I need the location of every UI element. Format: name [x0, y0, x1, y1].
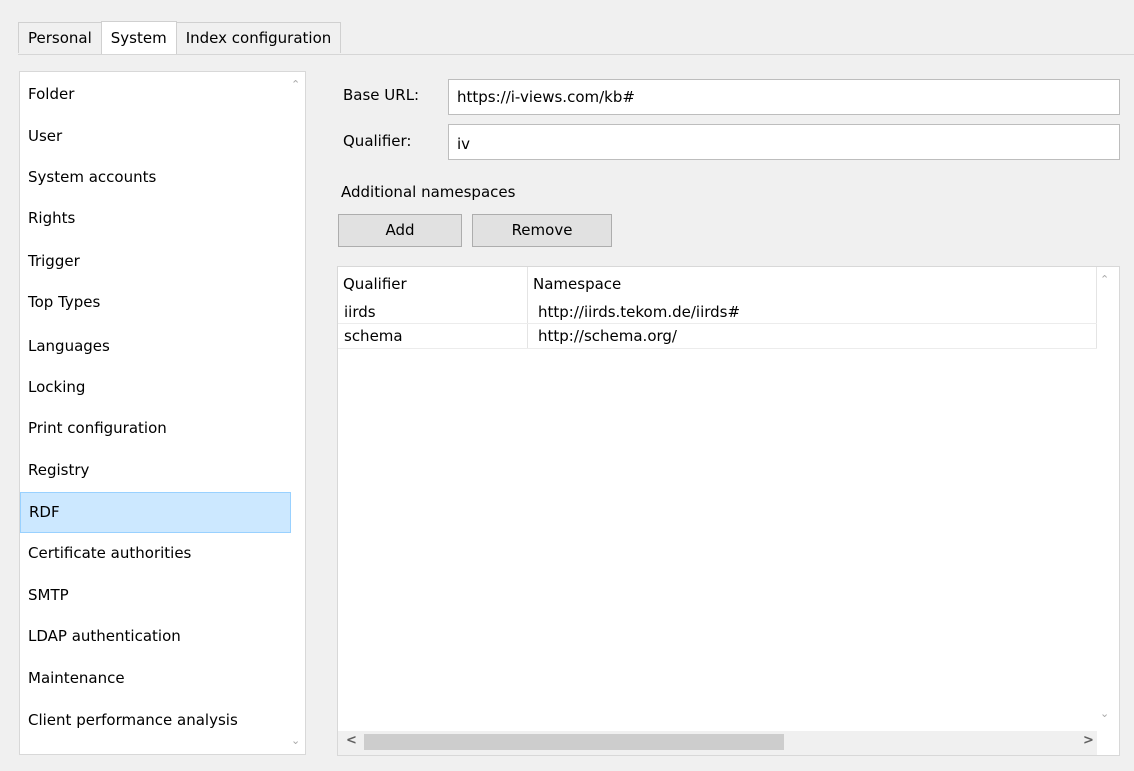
- base-url-label: Base URL:: [343, 86, 420, 104]
- remove-button[interactable]: Remove: [472, 214, 612, 247]
- horizontal-scrollbar[interactable]: < >: [338, 731, 1097, 755]
- tab-system[interactable]: System: [100, 21, 177, 54]
- column-header-qualifier[interactable]: Qualifier: [343, 275, 407, 293]
- nav-item-client-performance-analysis[interactable]: Client performance analysis: [20, 700, 291, 741]
- row-divider: [338, 348, 1097, 349]
- nav-item-system-accounts[interactable]: System accounts: [20, 157, 291, 198]
- nav-item-registry[interactable]: Registry: [20, 450, 291, 491]
- scroll-up-arrow-icon[interactable]: ⌃: [1100, 273, 1109, 286]
- tab-index-configuration[interactable]: Index configuration: [175, 22, 342, 53]
- nav-item-top-types[interactable]: Top Types: [20, 282, 291, 323]
- qualifier-input[interactable]: iv: [448, 124, 1120, 160]
- nav-item-ldap-authentication[interactable]: LDAP authentication: [20, 616, 291, 657]
- table-cell-qualifier: iirds: [344, 303, 376, 321]
- scrollbar-thumb[interactable]: [364, 734, 784, 750]
- row-divider: [338, 323, 1097, 324]
- nav-item-trigger[interactable]: Trigger: [20, 241, 291, 282]
- nav-item-languages[interactable]: Languages: [20, 326, 291, 367]
- base-url-input[interactable]: https://i-views.com/kb#: [448, 79, 1120, 115]
- nav-item-maintenance[interactable]: Maintenance: [20, 658, 291, 699]
- nav-item-rdf[interactable]: RDF: [20, 492, 291, 533]
- tab-personal[interactable]: Personal: [18, 22, 102, 53]
- scroll-left-arrow-icon[interactable]: <: [346, 733, 357, 748]
- add-button[interactable]: Add: [338, 214, 462, 247]
- table-cell-namespace: http://schema.org/: [538, 327, 677, 345]
- scroll-down-arrow-icon[interactable]: ⌄: [1100, 707, 1109, 720]
- nav-item-certificate-authorities[interactable]: Certificate authorities: [20, 533, 291, 574]
- column-header-namespace[interactable]: Namespace: [533, 275, 621, 293]
- additional-namespaces-label: Additional namespaces: [341, 183, 516, 201]
- tab-bar: Personal System Index configuration: [18, 21, 342, 54]
- nav-item-user[interactable]: User: [20, 116, 291, 157]
- settings-category-list[interactable]: Folder User System accounts Rights Trigg…: [19, 71, 306, 755]
- nav-item-print-configuration[interactable]: Print configuration: [20, 408, 291, 449]
- nav-item-rights[interactable]: Rights: [20, 198, 291, 239]
- table-cell-qualifier: schema: [344, 327, 403, 345]
- scroll-up-arrow-icon[interactable]: ⌃: [291, 78, 300, 91]
- scroll-down-arrow-icon[interactable]: ⌄: [291, 734, 300, 747]
- scroll-right-arrow-icon[interactable]: >: [1083, 733, 1094, 748]
- column-divider[interactable]: [527, 267, 528, 349]
- nav-item-smtp[interactable]: SMTP: [20, 575, 291, 616]
- namespaces-table[interactable]: Qualifier Namespace iirds http://iirds.t…: [337, 266, 1120, 756]
- nav-item-folder[interactable]: Folder: [20, 74, 291, 115]
- column-edge: [1096, 267, 1097, 349]
- tab-divider: [18, 54, 1134, 55]
- table-cell-namespace: http://iirds.tekom.de/iirds#: [538, 303, 741, 321]
- qualifier-label: Qualifier:: [343, 132, 412, 150]
- nav-item-locking[interactable]: Locking: [20, 367, 291, 408]
